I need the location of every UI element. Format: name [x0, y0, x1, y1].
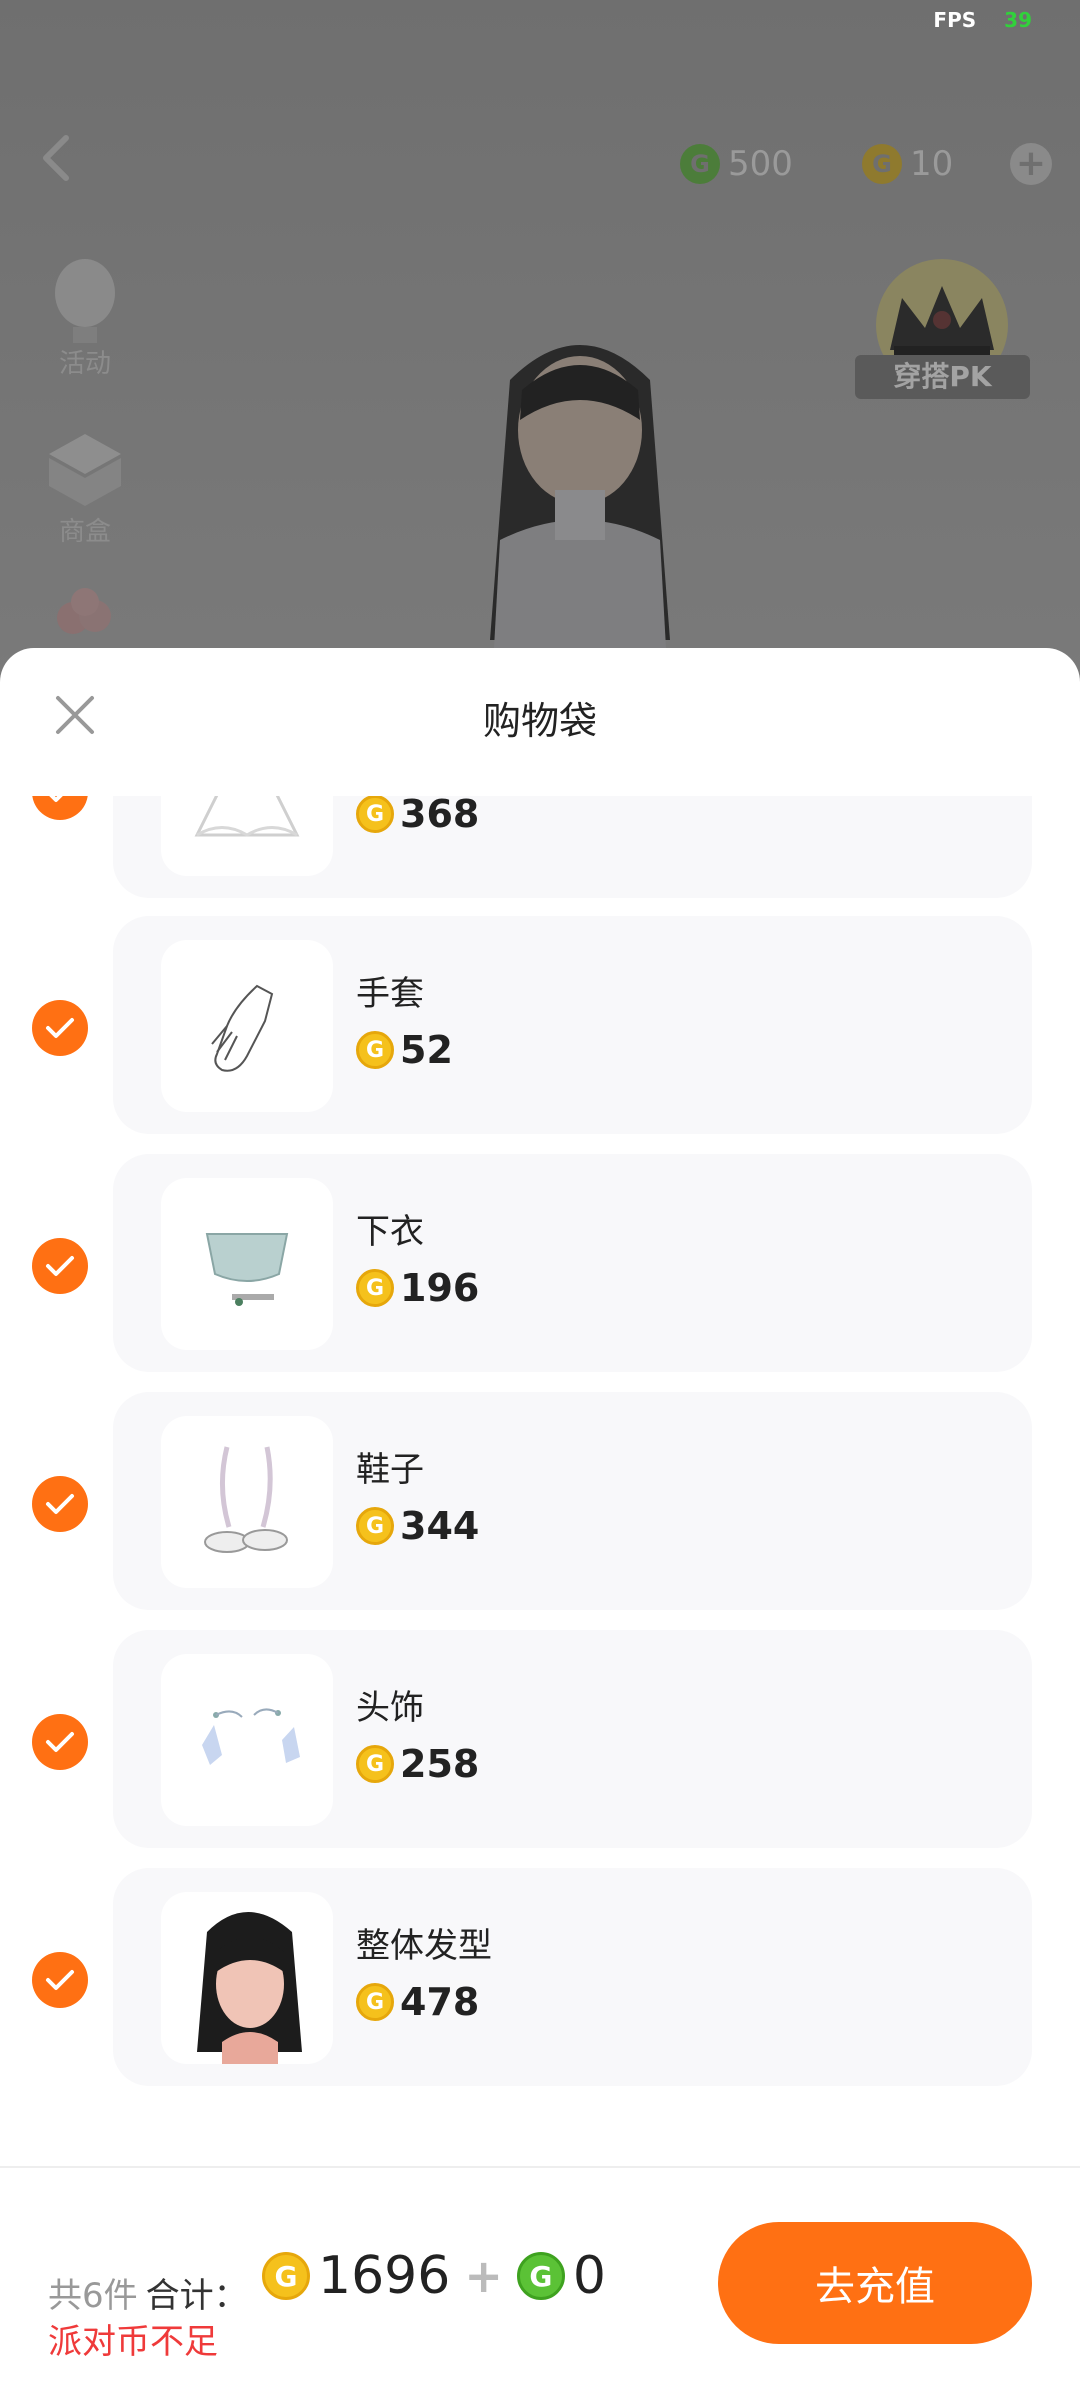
gold-coin-icon: G — [262, 2252, 310, 2300]
item-price: G 258 — [356, 1742, 479, 1786]
green-currency-value: 500 — [728, 144, 793, 184]
fps-label: FPS — [933, 8, 977, 32]
activity-button[interactable]: 活动 — [40, 255, 130, 380]
check-icon — [46, 1732, 74, 1752]
insufficient-funds-warning: 派对币不足 — [48, 2322, 218, 2362]
headpiece-icon — [161, 1654, 333, 1826]
item-name: 头饰 — [356, 1688, 424, 1728]
item-price-value: 478 — [400, 1980, 480, 2024]
cart-item-list[interactable]: G 368 手套 G 52 下衣 G 196 鞋子 G 344 头饰 G 258… — [0, 796, 1080, 2086]
fps-value: 39 — [1004, 8, 1032, 32]
box-icon — [49, 434, 121, 506]
gold-currency: G 10 — [862, 140, 953, 188]
item-price-value: 258 — [400, 1742, 480, 1786]
checkbox-checked[interactable] — [32, 1238, 88, 1294]
item-card: 下衣 G 196 — [113, 1154, 1032, 1372]
item-name: 下衣 — [356, 1212, 424, 1252]
green-currency: G 500 — [680, 140, 793, 188]
shop-box-label: 商盒 — [58, 517, 111, 547]
item-price-value: 368 — [400, 796, 480, 836]
back-arrow-icon[interactable] — [30, 130, 86, 186]
list-item[interactable]: 头饰 G 258 — [0, 1630, 1080, 1848]
outfit-pk-button[interactable]: 穿搭PK — [855, 355, 1030, 399]
flower-icon — [57, 588, 111, 634]
gold-coin-icon: G — [356, 1031, 394, 1069]
gold-coin-icon: G — [356, 1983, 394, 2021]
glove-icon — [161, 940, 333, 1112]
checkbox-checked[interactable] — [32, 1714, 88, 1770]
gold-coin-icon: G — [356, 1507, 394, 1545]
flower-button[interactable] — [40, 588, 130, 655]
item-card: 整体发型 G 478 — [113, 1868, 1032, 2086]
item-price: G 478 — [356, 1980, 479, 2024]
plus-sign: + — [464, 2249, 503, 2303]
item-card: 手套 G 52 — [113, 916, 1032, 1134]
item-price-value: 52 — [400, 1028, 453, 1072]
check-icon — [46, 1256, 74, 1276]
skirt-icon — [161, 1178, 333, 1350]
dress-icon — [161, 796, 333, 876]
gold-coin-icon: G — [356, 1269, 394, 1307]
list-item[interactable]: 手套 G 52 — [0, 916, 1080, 1134]
total-price: G 1696 + G 0 — [262, 2246, 606, 2306]
item-price: G 196 — [356, 1266, 479, 1310]
check-icon — [46, 1970, 74, 1990]
item-price: G 344 — [356, 1504, 479, 1548]
list-item[interactable]: G 368 — [0, 796, 1080, 898]
green-coin-icon: G — [680, 144, 720, 184]
check-icon — [49, 796, 63, 802]
item-name: 鞋子 — [356, 1450, 424, 1490]
gold-coin-icon: G — [356, 796, 394, 833]
list-item[interactable]: 整体发型 G 478 — [0, 1868, 1080, 2086]
checkbox-checked[interactable] — [32, 796, 88, 820]
item-card: 头饰 G 258 — [113, 1630, 1032, 1848]
shoes-icon — [161, 1416, 333, 1588]
gold-coin-icon: G — [862, 144, 902, 184]
item-count: 共6件 合计： — [48, 2268, 248, 2317]
item-price-value: 196 — [400, 1266, 480, 1310]
fps-counter: FPS 39 — [933, 8, 1032, 32]
item-price-value: 344 — [400, 1504, 480, 1548]
game-scene-background: FPS 39 G 500 G 10 + 活动 商盒 穿搭PK — [0, 0, 1080, 720]
list-item[interactable]: 下衣 G 196 — [0, 1154, 1080, 1372]
checkbox-checked[interactable] — [32, 1476, 88, 1532]
recharge-button[interactable]: 去充值 — [718, 2222, 1032, 2344]
item-count-text: 共6件 — [48, 2276, 138, 2316]
item-card: G 368 — [113, 796, 1032, 898]
coin-total: 1696 — [318, 2246, 451, 2306]
gold-currency-value: 10 — [910, 144, 954, 184]
check-icon — [46, 1494, 74, 1514]
gold-coin-icon: G — [356, 1745, 394, 1783]
shop-box-button[interactable]: 商盒 — [40, 428, 130, 548]
sheet-title: 购物袋 — [482, 699, 597, 743]
green-coin-icon: G — [516, 2252, 565, 2300]
check-icon — [46, 1018, 74, 1038]
checkbox-checked[interactable] — [32, 1000, 88, 1056]
green-total: 0 — [572, 2246, 606, 2306]
item-name: 手套 — [356, 974, 424, 1014]
item-name: 整体发型 — [356, 1926, 492, 1966]
checkbox-checked[interactable] — [32, 1952, 88, 2008]
add-currency-button[interactable]: + — [1010, 143, 1052, 185]
item-card: 鞋子 G 344 — [113, 1392, 1032, 1610]
item-price: G 52 — [356, 1028, 453, 1072]
balloon-icon — [55, 259, 115, 343]
total-label: 合计： — [145, 2276, 248, 2316]
item-price: G 368 — [356, 796, 479, 836]
checkout-footer: 共6件 合计： G 1696 + G 0 派对币不足 去充值 — [0, 2166, 1080, 2400]
shopping-bag-sheet: 购物袋 G 368 手套 G 52 下衣 G 196 鞋子 G 344 头饰 G… — [0, 648, 1080, 2400]
list-item[interactable]: 鞋子 G 344 — [0, 1392, 1080, 1610]
hairstyle-icon — [161, 1892, 333, 2064]
